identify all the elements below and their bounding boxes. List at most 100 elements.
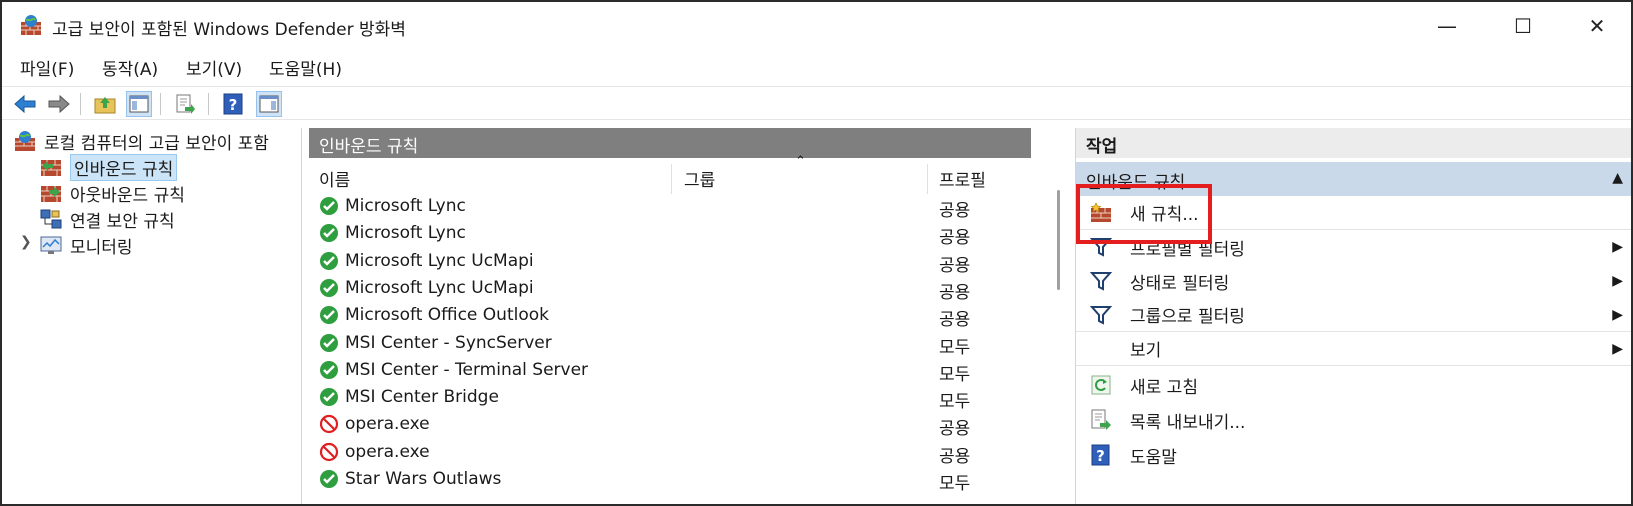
rule-profile: 모두 (939, 392, 971, 413)
menu-bar: 파일(F) 동작(A) 보기(V) 도움말(H) (2, 52, 1631, 82)
allow-rule-icon (320, 278, 338, 297)
console-tree: 로컬 컴퓨터의 고급 보안이 포함 인바운드 규칙 아웃바운드 규칙 연결 보안… (4, 128, 302, 504)
allow-rule-icon (320, 306, 338, 325)
rule-name-cell: Microsoft Lync UcMapi (319, 278, 534, 298)
table-row[interactable]: MSI Center Bridge 모두 (319, 387, 1009, 414)
rule-name-cell: opera.exe (319, 442, 430, 462)
table-row[interactable]: Microsoft Lync UcMapi 공용 (319, 278, 1009, 305)
help-button[interactable]: ? (220, 91, 246, 117)
action-view[interactable]: 보기 ▶ (1076, 332, 1631, 366)
table-row[interactable]: MSI Center - SyncServer 모두 (319, 333, 1009, 360)
tree-item-label: 모니터링 (70, 237, 133, 258)
close-button[interactable]: ✕ (1574, 10, 1620, 42)
action-label: 상태로 필터링 (1130, 273, 1230, 294)
rule-name-cell: opera.exe (319, 414, 430, 434)
highlight-box (1076, 184, 1212, 244)
rule-profile: 공용 (939, 282, 971, 303)
vertical-scrollbar[interactable] (1057, 190, 1060, 290)
allow-rule-icon (320, 197, 338, 215)
action-filter-by-state[interactable]: 상태로 필터링 ▶ (1076, 264, 1631, 298)
export-list-button[interactable] (172, 91, 198, 117)
refresh-icon (1090, 374, 1112, 396)
rule-profile: 공용 (939, 419, 971, 440)
tree-item-monitoring[interactable]: 모니터링 (40, 232, 133, 258)
tree-item-label: 연결 보안 규칙 (70, 211, 175, 232)
allow-rule-icon (320, 360, 338, 379)
rules-pane-header: 인바운드 규칙 (309, 128, 1031, 158)
action-label: 목록 내보내기... (1130, 412, 1246, 433)
block-rule-icon (319, 442, 339, 461)
action-label: 보기 (1130, 341, 1162, 361)
submenu-arrow-icon: ▶ (1612, 306, 1623, 323)
filter-icon (1089, 270, 1113, 292)
allow-rule-icon (320, 388, 338, 407)
firewall-icon (15, 131, 35, 151)
help-icon: ? (223, 93, 243, 115)
table-row[interactable]: MSI Center - Terminal Server 모두 (319, 360, 1009, 387)
sort-ascending-icon: ⌃ (795, 154, 806, 169)
title-bar: 고급 보안이 포함된 Windows Defender 방화벽 — ☐ ✕ (2, 2, 1631, 50)
connection-security-icon (40, 209, 62, 229)
maximize-button[interactable]: ☐ (1500, 10, 1546, 42)
rule-name: Microsoft Lync (345, 223, 466, 244)
submenu-arrow-icon: ▶ (1612, 340, 1623, 357)
rule-name-cell: Microsoft Office Outlook (319, 305, 549, 325)
allow-rule-icon (320, 224, 338, 243)
menu-file[interactable]: 파일(F) (20, 55, 74, 80)
table-row[interactable]: opera.exe 공용 (319, 414, 1009, 441)
table-row[interactable]: Microsoft Lync UcMapi 공용 (319, 251, 1009, 278)
action-help[interactable]: ? 도움말 (1076, 438, 1631, 472)
rule-name: Microsoft Lync (345, 196, 466, 216)
folder-up-icon (94, 97, 116, 114)
menu-action[interactable]: 동작(A) (102, 55, 158, 80)
close-icon: ✕ (1588, 14, 1606, 38)
filter-icon (1089, 304, 1113, 326)
allow-rule-icon (320, 333, 338, 352)
help-icon: ? (1090, 444, 1112, 466)
tree-item-connection-security-rules[interactable]: 연결 보안 규칙 (40, 206, 175, 232)
forward-button[interactable] (46, 91, 72, 117)
action-refresh[interactable]: 새로 고침 (1076, 368, 1631, 402)
rule-name: MSI Center Bridge (345, 387, 499, 408)
action-filter-by-group[interactable]: 그룹으로 필터링 ▶ (1076, 298, 1631, 332)
action-label: 도움말 (1130, 447, 1177, 468)
window-title: 고급 보안이 포함된 Windows Defender 방화벽 (52, 20, 406, 40)
column-header-name[interactable]: 이름 (319, 166, 350, 200)
show-hide-action-pane-button[interactable] (256, 91, 282, 117)
minimize-icon: — (1437, 14, 1457, 38)
rule-profile: 모두 (939, 474, 971, 494)
submenu-arrow-icon: ▶ (1612, 273, 1623, 289)
table-row[interactable]: Microsoft Lync 공용 (319, 223, 1009, 250)
column-header-group[interactable]: 그룹 (684, 166, 715, 200)
table-row[interactable]: Microsoft Office Outlook 공용 (319, 305, 1009, 332)
rule-profile: 모두 (939, 364, 971, 385)
column-header-profile[interactable]: 프로필 (939, 166, 986, 200)
show-hide-console-tree-button[interactable] (126, 91, 152, 117)
rule-name: Microsoft Office Outlook (345, 305, 549, 326)
tree-root[interactable]: 로컬 컴퓨터의 고급 보안이 포함 (14, 128, 269, 154)
tree-item-outbound-rules[interactable]: 아웃바운드 규칙 (40, 180, 185, 206)
up-folder-button[interactable] (92, 91, 118, 117)
tree-item-inbound-rules[interactable]: 인바운드 규칙 (40, 153, 178, 181)
expand-chevron-icon[interactable]: ❯ (20, 234, 32, 250)
rule-name-cell: Microsoft Lync (319, 196, 466, 216)
menu-help[interactable]: 도움말(H) (269, 55, 342, 80)
export-icon (1090, 409, 1112, 431)
minimize-button[interactable]: — (1424, 10, 1470, 42)
rules-list-pane: 인바운드 규칙 이름 그룹 ⌃ 프로필 Microsoft Lync 공용 Micr… (309, 128, 1031, 504)
collapse-triangle-icon: ▲ (1612, 170, 1623, 186)
tree-item-label: 아웃바운드 규칙 (70, 185, 185, 206)
menu-view[interactable]: 보기(V) (186, 55, 242, 80)
action-export-list[interactable]: 목록 내보내기... (1076, 403, 1631, 437)
table-row[interactable]: Microsoft Lync 공용 (319, 196, 1009, 223)
back-button[interactable] (12, 91, 38, 117)
rule-name: Microsoft Lync UcMapi (345, 250, 534, 271)
table-row[interactable]: Star Wars Outlaws 모두 (319, 469, 1009, 496)
rule-name: opera.exe (345, 414, 430, 435)
maximize-icon: ☐ (1514, 14, 1532, 38)
export-icon (176, 94, 195, 114)
table-row[interactable]: opera.exe 공용 (319, 442, 1009, 469)
rule-profile: 공용 (939, 255, 971, 276)
inbound-rules-icon (41, 160, 61, 176)
toolbar: ? (2, 86, 1631, 120)
